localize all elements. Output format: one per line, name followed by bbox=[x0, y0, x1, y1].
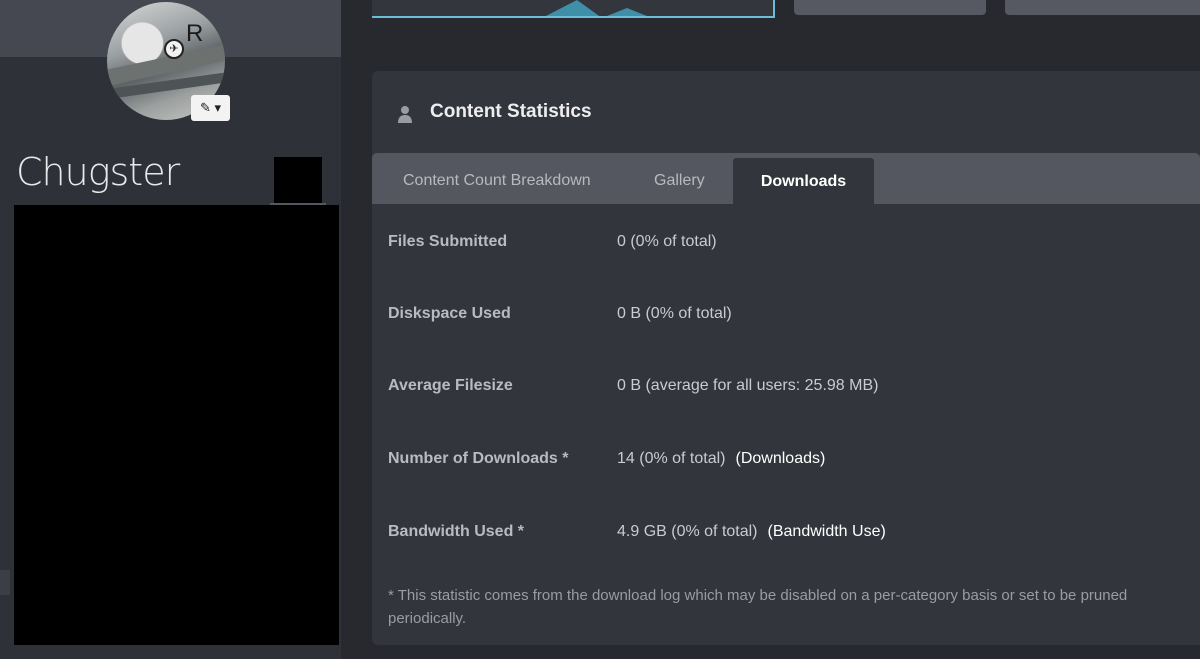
panel-title: Content Statistics bbox=[430, 101, 592, 122]
stat-label: Number of Downloads * bbox=[388, 450, 569, 467]
redacted-block bbox=[274, 157, 322, 203]
avatar-letter: R bbox=[186, 20, 204, 47]
content-statistics-panel: Content Statistics Content Count Breakdo… bbox=[372, 71, 1200, 645]
profile-sidebar: ✈ R ✎ ▾ Chugster bbox=[0, 0, 341, 659]
stat-label: Diskspace Used bbox=[388, 305, 511, 322]
stat-value: 4.9 GB (0% of total) (Bandwidth Use) bbox=[617, 523, 886, 540]
user-icon bbox=[398, 106, 412, 123]
roundel-icon: ✈ bbox=[164, 39, 184, 59]
stat-value: 0 B (average for all users: 25.98 MB) bbox=[617, 377, 879, 394]
stat-value: 0 B (0% of total) bbox=[617, 305, 732, 322]
username: Chugster bbox=[16, 150, 180, 194]
edit-photo-button[interactable]: ✎ ▾ bbox=[191, 95, 230, 121]
tab-gallery[interactable]: Gallery bbox=[654, 153, 705, 204]
stat-value: 0 (0% of total) bbox=[617, 233, 717, 250]
stat-label: Average Filesize bbox=[388, 377, 513, 394]
tab-bar: Content Count Breakdown Gallery Download… bbox=[372, 153, 1200, 204]
stat-value: 14 (0% of total) (Downloads) bbox=[617, 450, 826, 467]
chart-sparkline bbox=[545, 0, 647, 16]
stat-label: Bandwidth Used * bbox=[388, 523, 525, 540]
tab-downloads[interactable]: Downloads bbox=[733, 158, 874, 204]
top-widget-box[interactable] bbox=[1005, 0, 1200, 15]
bandwidth-use-link[interactable]: (Bandwidth Use) bbox=[768, 523, 886, 540]
tab-content-count-breakdown[interactable]: Content Count Breakdown bbox=[403, 153, 591, 204]
chart-widget bbox=[372, 0, 775, 18]
top-widget-box[interactable] bbox=[794, 0, 986, 15]
stat-label: Files Submitted bbox=[388, 233, 508, 250]
scroll-handle[interactable] bbox=[0, 570, 10, 595]
downloads-link[interactable]: (Downloads) bbox=[736, 450, 826, 467]
footnote: * This statistic comes from the download… bbox=[388, 587, 1128, 627]
redacted-block bbox=[14, 205, 339, 645]
